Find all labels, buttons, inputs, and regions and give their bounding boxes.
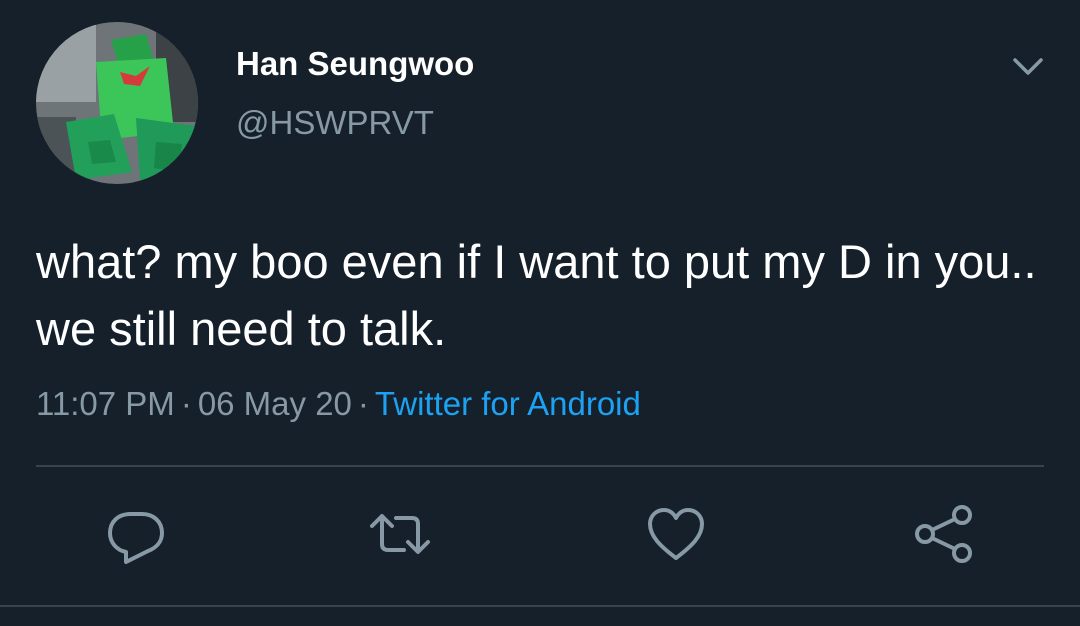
tweet-date[interactable]: 06 May 20	[198, 385, 352, 422]
meta-separator: ·	[180, 385, 192, 422]
tweet-source-link[interactable]: Twitter for Android	[375, 385, 641, 422]
author-display-name[interactable]: Han Seungwoo	[236, 44, 474, 84]
chevron-down-icon[interactable]	[1008, 52, 1048, 82]
tweet-meta: 11:07 PM · 06 May 20 · Twitter for Android	[36, 382, 641, 426]
tweet-text: what? my boo even if I want to put my D …	[36, 235, 1037, 355]
divider	[0, 605, 1080, 607]
reply-icon[interactable]	[104, 502, 168, 566]
avatar-image	[36, 22, 198, 184]
avatar[interactable]	[36, 22, 198, 184]
author-handle[interactable]: @HSWPRVT	[236, 103, 434, 143]
divider	[36, 465, 1044, 467]
tweet-time[interactable]: 11:07 PM	[36, 385, 175, 422]
share-icon[interactable]	[912, 502, 976, 566]
tweet-card: Han Seungwoo @HSWPRVT what? my boo even …	[0, 0, 1080, 626]
heart-icon[interactable]	[644, 502, 708, 566]
meta-separator: ·	[357, 385, 369, 422]
retweet-icon[interactable]	[368, 502, 432, 566]
